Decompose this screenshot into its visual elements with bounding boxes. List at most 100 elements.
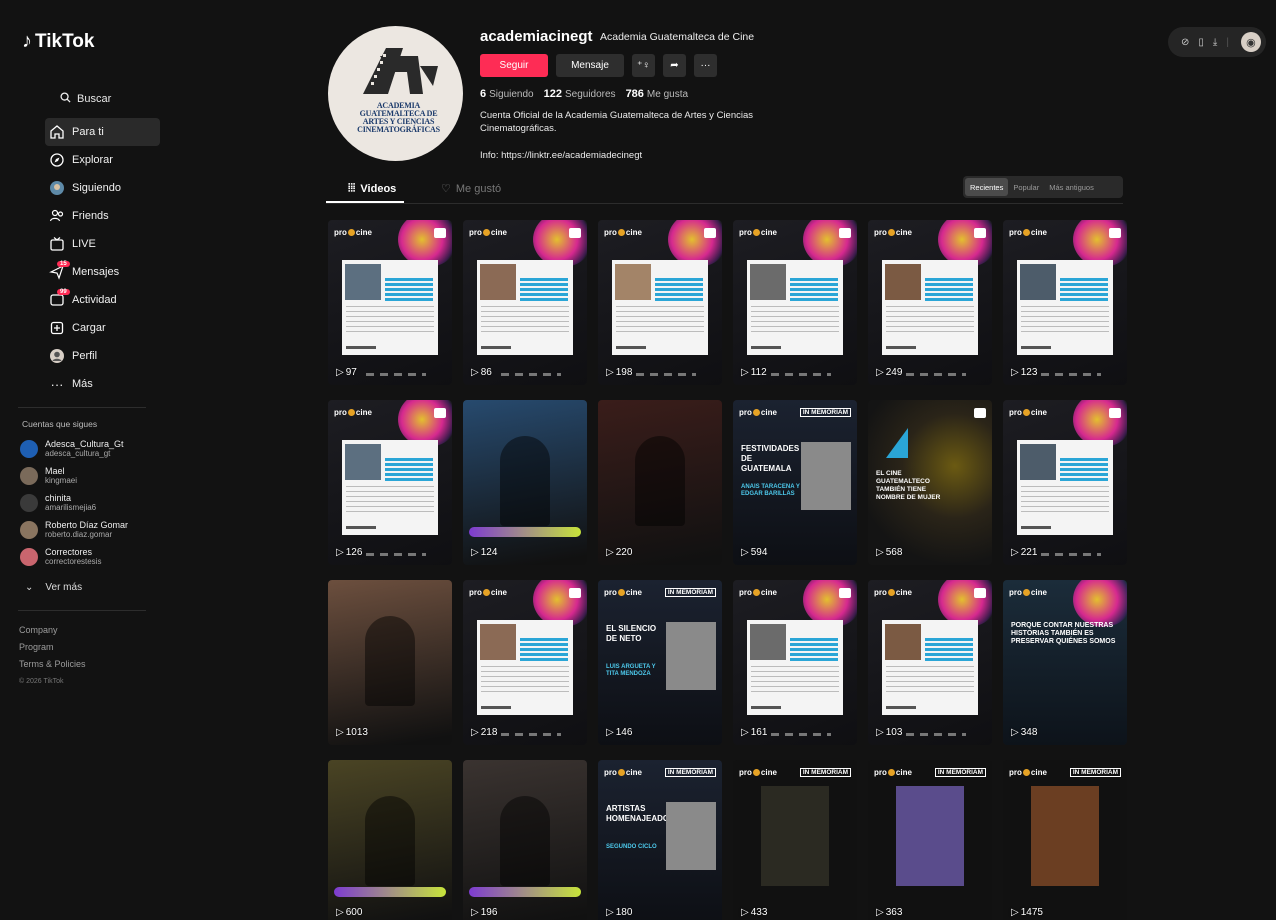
thumbnail-in-memoriam: IN MEMORIAM [664, 768, 716, 777]
followers-stat[interactable]: 122 Seguidores [544, 88, 616, 100]
sort-popular[interactable]: Popular [1008, 178, 1044, 196]
play-icon: ▷ [1011, 367, 1019, 378]
thumbnail-title: ARTISTAS HOMENAJEADOS [606, 804, 675, 823]
thumbnail-subject [500, 436, 551, 527]
footer-link-terms[interactable]: Terms & Policies [19, 656, 86, 673]
nav-item-siguiendo[interactable]: Siguiendo [45, 174, 160, 202]
nav-label: Friends [72, 210, 109, 222]
video-tile[interactable]: pro cine ▷ 249 [868, 220, 992, 385]
share-button[interactable]: ➦ [663, 54, 686, 77]
thumbnail-card [342, 440, 438, 535]
video-tile[interactable]: pro cine ▷ 218 [463, 580, 587, 745]
nav-label: Cargar [72, 322, 106, 334]
footer-link-program[interactable]: Program [19, 639, 86, 656]
thumbnail-text-block [1021, 526, 1051, 529]
following-stat[interactable]: 6 Siguiendo [480, 88, 534, 100]
play-icon: ▷ [741, 907, 749, 918]
thumbnail-brand: pro cine [1009, 588, 1047, 597]
view-count-value: 600 [345, 907, 363, 918]
video-tile[interactable]: pro cine ▷ 198 [598, 220, 722, 385]
video-tile[interactable]: pro cine IN MEMORIAM EL SILENCIO DE NETO LUI… [598, 580, 722, 745]
view-count: ▷ 568 [876, 547, 902, 558]
message-button[interactable]: Mensaje [556, 54, 624, 77]
thumbnail-brand: pro cine [469, 228, 507, 237]
nav-item-mensajes[interactable]: 15 Mensajes [45, 258, 160, 286]
nav-item-explorar[interactable]: Explorar [45, 146, 160, 174]
video-tile[interactable]: ▷ 124 [463, 400, 587, 565]
coins-icon[interactable]: ⊘ [1181, 37, 1189, 48]
thumbnail-subject [365, 796, 416, 887]
nav-item-para-ti[interactable]: Para ti [45, 118, 160, 146]
video-tile[interactable]: pro cine ▷ 112 [733, 220, 857, 385]
suggested-accounts-button[interactable]: ⁺♀ [632, 54, 655, 77]
video-tile[interactable]: pro cine ▷ 126 [328, 400, 452, 565]
thumbnail-portrait [666, 622, 716, 690]
footer-link-company[interactable]: Company [19, 622, 86, 639]
more-icon: ··· [50, 376, 64, 392]
search-button[interactable]: Buscar [50, 86, 150, 112]
video-tile[interactable]: pro cine ▷ 123 [1003, 220, 1127, 385]
video-tile[interactable]: pro cine ▷ 221 [1003, 400, 1127, 565]
nav-item-cargar[interactable]: Cargar [45, 314, 160, 342]
following-item[interactable]: Roberto Díaz Gomar roberto.diaz.gomar [20, 516, 160, 543]
thumbnail-subject [635, 436, 686, 527]
nav-item-friends[interactable]: Friends [45, 202, 160, 230]
sort-recent[interactable]: Recientes [965, 178, 1009, 196]
video-tile[interactable]: ▷ 220 [598, 400, 722, 565]
nav-item-live[interactable]: LIVE [45, 230, 160, 258]
thumbnail-brand: pro cine [469, 588, 507, 597]
account-avatar[interactable]: ◉ [1240, 32, 1261, 52]
following-item[interactable]: chinita amarilismejia6 [20, 489, 160, 516]
download-icon[interactable]: ⤓ [1213, 37, 1217, 48]
view-count-value: 363 [885, 907, 903, 918]
tv-icon[interactable]: ▯ [1198, 37, 1204, 48]
nav-item-actividad[interactable]: 99 Actividad [45, 286, 160, 314]
tab-liked[interactable]: ♡ Me gustó [441, 182, 501, 196]
thumbnail-text-block [520, 638, 568, 662]
play-icon: ▷ [606, 727, 614, 738]
following-item[interactable]: Correctores correctorestesis [20, 543, 160, 570]
main-nav: Para ti Explorar Siguiendo Friends LIVE … [45, 118, 160, 398]
video-tile[interactable]: EL CINE GUATEMALTECO TAMBIÉN TIENE NOMBR… [868, 400, 992, 565]
compass-icon [49, 152, 65, 168]
video-tile[interactable]: pro cine ▷ 161 [733, 580, 857, 745]
nav-label: Explorar [72, 154, 113, 166]
thumbnail-text-block [385, 278, 433, 302]
following-item[interactable]: Adesca_Cultura_Gt adesca_cultura_gt [20, 435, 160, 462]
video-tile[interactable]: pro cine IN MEMORIAM FESTIVIDADES DE GUATEM… [733, 400, 857, 565]
view-count: ▷ 123 [1011, 367, 1037, 378]
video-tile[interactable]: pro cine ▷ 86 [463, 220, 587, 385]
sort-oldest[interactable]: Más antiguos [1044, 178, 1099, 196]
video-tile[interactable]: pro cine IN MEMORIAM ARTISTAS HOMENAJEADOS S… [598, 760, 722, 920]
video-tile[interactable]: ▷ 600 [328, 760, 452, 920]
nav-item-mas[interactable]: ··· Más [45, 370, 160, 398]
profile-avatar[interactable]: ACADEMIA GUATEMALTECA DE ARTES Y CIENCIA… [328, 26, 463, 161]
thumbnail-badge [974, 408, 986, 418]
video-tile[interactable]: ▷ 196 [463, 760, 587, 920]
followers-label: Seguidores [564, 89, 616, 100]
avatar [20, 466, 38, 485]
video-tile[interactable]: pro cine ▷ 97 [328, 220, 452, 385]
video-tile[interactable]: ▷ 1013 [328, 580, 452, 745]
view-count-value: 86 [480, 367, 492, 378]
nav-item-perfil[interactable]: Perfil [45, 342, 160, 370]
video-tile[interactable]: pro cine IN MEMORIAM ▷ 433 [733, 760, 857, 920]
view-count: ▷ 146 [606, 727, 632, 738]
video-tile[interactable]: pro cine ▷ 103 [868, 580, 992, 745]
following-item[interactable]: Mael kingmaei [20, 462, 160, 489]
tab-videos[interactable]: ⦙⦙⦙ Videos [348, 182, 396, 195]
view-count: ▷ 363 [876, 907, 902, 918]
nav-label: Más [72, 378, 93, 390]
follow-button[interactable]: Seguir [480, 54, 548, 77]
video-tile[interactable]: pro cine IN MEMORIAM ▷ 1475 [1003, 760, 1127, 920]
thumbnail-title: EL SILENCIO DE NETO [606, 624, 657, 643]
see-more-button[interactable]: ⌄ Ver más [25, 582, 82, 593]
profile-info-link[interactable]: Info: https://linktr.ee/academiadecinegt [480, 150, 642, 161]
video-tile[interactable]: pro cine PORQUE CONTAR NUESTRAS HISTORIAS … [1003, 580, 1127, 745]
tiktok-logo[interactable]: ♪ TikTok [22, 30, 94, 53]
thumbnail-text-block [790, 278, 838, 302]
more-options-button[interactable]: ··· [694, 54, 717, 77]
video-tile[interactable]: pro cine IN MEMORIAM ▷ 363 [868, 760, 992, 920]
share-icon: ➦ [670, 60, 679, 71]
thumbnail-logos [1041, 373, 1101, 376]
